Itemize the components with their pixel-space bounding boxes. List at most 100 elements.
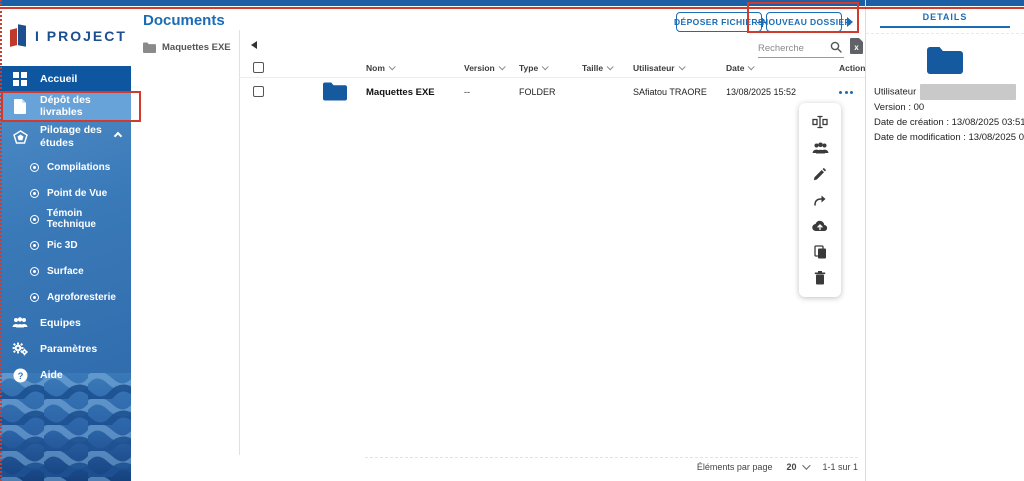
sidebar-subitem-agroforesterie[interactable]: Agroforesterie xyxy=(0,284,131,310)
sidebar-subitem-compilations[interactable]: Compilations xyxy=(0,154,131,180)
pencil-icon xyxy=(813,167,827,181)
sidebar-subitem-label: Agroforesterie xyxy=(47,291,116,303)
app-window: I PROJECT Accueil Dépôt des livrables Pi… xyxy=(0,0,1024,481)
row-cell-nom[interactable]: Maquettes EXE xyxy=(366,87,464,98)
rename-icon xyxy=(812,115,828,129)
column-header-date[interactable]: Date xyxy=(726,63,839,73)
people-group-icon xyxy=(812,142,828,153)
svg-text:?: ? xyxy=(17,371,23,382)
tree-item-root-folder[interactable]: Maquettes EXE xyxy=(143,42,231,53)
sidebar-subitem-surface[interactable]: Surface xyxy=(0,258,131,284)
sidebar-item-label: Pilotage des études xyxy=(40,123,102,149)
sort-icon xyxy=(541,63,549,71)
table-row[interactable]: Maquettes EXE -- FOLDER SAfiatou TRAORE … xyxy=(239,78,865,106)
details-panel: DETAILS Utilisateur Version : 00 Date de… xyxy=(866,6,1024,481)
radio-dot-icon xyxy=(30,266,39,276)
menu-item-edit[interactable] xyxy=(799,161,841,187)
sidebar-item-accueil[interactable]: Accueil xyxy=(0,66,131,92)
copy-icon xyxy=(813,245,826,259)
page-title: Documents xyxy=(143,12,225,29)
details-separator xyxy=(866,33,1024,34)
sidebar-item-label: Accueil xyxy=(40,73,78,85)
menu-item-share-users[interactable] xyxy=(799,135,841,161)
sort-icon xyxy=(606,63,614,71)
row-cell-utilisateur: SAfiatou TRAORE xyxy=(633,87,707,97)
radio-dot-icon xyxy=(30,162,39,172)
nouveau-dossier-label: NOUVEAU DOSSIER xyxy=(761,17,852,27)
nouveau-dossier-dropdown-arrow[interactable] xyxy=(847,17,853,27)
svg-text:x: x xyxy=(854,43,859,52)
sidebar-subitem-label: Témoin Technique xyxy=(46,208,96,230)
column-header-type[interactable]: Type xyxy=(519,63,582,73)
sidebar-item-label: Equipes xyxy=(40,317,81,329)
row-actions-menu-button[interactable] xyxy=(839,90,853,94)
menu-item-upload-cloud[interactable] xyxy=(799,213,841,239)
radio-dot-icon xyxy=(30,214,39,224)
search-icon[interactable] xyxy=(830,40,842,58)
sidebar-item-parametres[interactable]: Paramètres xyxy=(0,336,131,362)
column-label: Utilisateur xyxy=(633,62,675,73)
sort-icon xyxy=(748,63,756,71)
pagination-range: 1-1 sur 1 xyxy=(822,462,858,472)
items-per-page-select[interactable]: 20 xyxy=(786,461,812,472)
search-area: x xyxy=(758,38,863,58)
row-folder-icon-cell xyxy=(323,82,366,103)
column-header-nom[interactable]: Nom xyxy=(366,63,464,73)
tree-item-label: Maquettes EXE xyxy=(162,42,231,53)
menu-item-rename[interactable] xyxy=(799,109,841,135)
table-header-row: Nom Version Type Taille Utilisateur Date… xyxy=(239,58,870,78)
sidebar-subitem-temoin-technique[interactable]: Témoin Technique xyxy=(0,206,131,232)
details-version-line: Version : 00 xyxy=(874,102,925,113)
row-checkbox-cell xyxy=(253,85,323,99)
deposer-fichiers-label: DÉPOSER FICHIERS xyxy=(674,17,764,27)
items-per-page-value: 20 xyxy=(786,462,797,472)
row-cell-date: 13/08/2025 15:52 xyxy=(726,87,797,97)
tab-details[interactable]: DETAILS xyxy=(866,12,1024,26)
sidebar-item-equipes[interactable]: Equipes xyxy=(0,310,131,336)
column-header-version[interactable]: Version xyxy=(464,63,519,73)
menu-item-copy[interactable] xyxy=(799,239,841,265)
nouveau-dossier-button[interactable]: NOUVEAU DOSSIER xyxy=(756,12,851,32)
forward-arrow-icon xyxy=(814,195,826,206)
folder-icon-blue xyxy=(323,82,347,100)
sort-icon xyxy=(388,63,396,71)
radio-dot-icon xyxy=(30,292,39,302)
sort-icon xyxy=(678,63,686,71)
column-header-utilisateur[interactable]: Utilisateur xyxy=(633,63,726,73)
document-icon xyxy=(12,98,28,114)
documents-table: Nom Version Type Taille Utilisateur Date… xyxy=(239,58,870,106)
chevron-down-icon xyxy=(802,461,812,470)
sidebar-item-pilotage-etudes[interactable]: Pilotage des études xyxy=(0,120,131,154)
column-label: Type xyxy=(519,62,539,73)
menu-item-delete[interactable] xyxy=(799,265,841,291)
home-grid-icon xyxy=(12,71,28,87)
sidebar-item-aide[interactable]: ? Aide xyxy=(0,362,131,388)
column-label: Version xyxy=(464,62,495,73)
row-checkbox[interactable] xyxy=(253,85,264,97)
details-modification-line: Date de modification : 13/08/2025 03:51 xyxy=(874,132,1024,143)
menu-item-move[interactable] xyxy=(799,187,841,213)
sidebar-subitem-pic-3d[interactable]: Pic 3D xyxy=(0,232,131,258)
select-all-checkbox-cell xyxy=(253,62,323,73)
sidebar-subitem-label: Point de Vue xyxy=(47,187,108,199)
logo-text: I PROJECT xyxy=(35,28,127,44)
column-header-taille[interactable]: Taille xyxy=(582,63,633,73)
chevron-up-icon xyxy=(113,131,123,141)
logo[interactable]: I PROJECT xyxy=(0,6,131,66)
sidebar-item-depot-livrables[interactable]: Dépôt des livrables xyxy=(0,92,131,120)
export-excel-icon[interactable]: x xyxy=(850,38,863,59)
actions-context-menu xyxy=(799,103,841,297)
details-creation-line: Date de création : 13/08/2025 03:51 xyxy=(874,117,1024,128)
cube-3d-icon xyxy=(12,129,28,145)
collapse-panel-arrow[interactable] xyxy=(251,41,257,49)
select-all-checkbox[interactable] xyxy=(253,62,264,73)
radio-dot-icon xyxy=(30,188,39,198)
details-tab-underline xyxy=(880,26,1010,28)
column-label: Nom xyxy=(366,62,385,73)
sidebar-subitem-point-de-vue[interactable]: Point de Vue xyxy=(0,180,131,206)
sidebar-nav: Accueil Dépôt des livrables Pilotage des… xyxy=(0,66,131,388)
sidebar: I PROJECT Accueil Dépôt des livrables Pi… xyxy=(0,6,131,481)
deposer-fichiers-button[interactable]: DÉPOSER FICHIERS xyxy=(674,12,764,32)
gears-icon xyxy=(12,341,28,357)
folder-tree-panel: Documents Maquettes EXE xyxy=(131,6,239,481)
